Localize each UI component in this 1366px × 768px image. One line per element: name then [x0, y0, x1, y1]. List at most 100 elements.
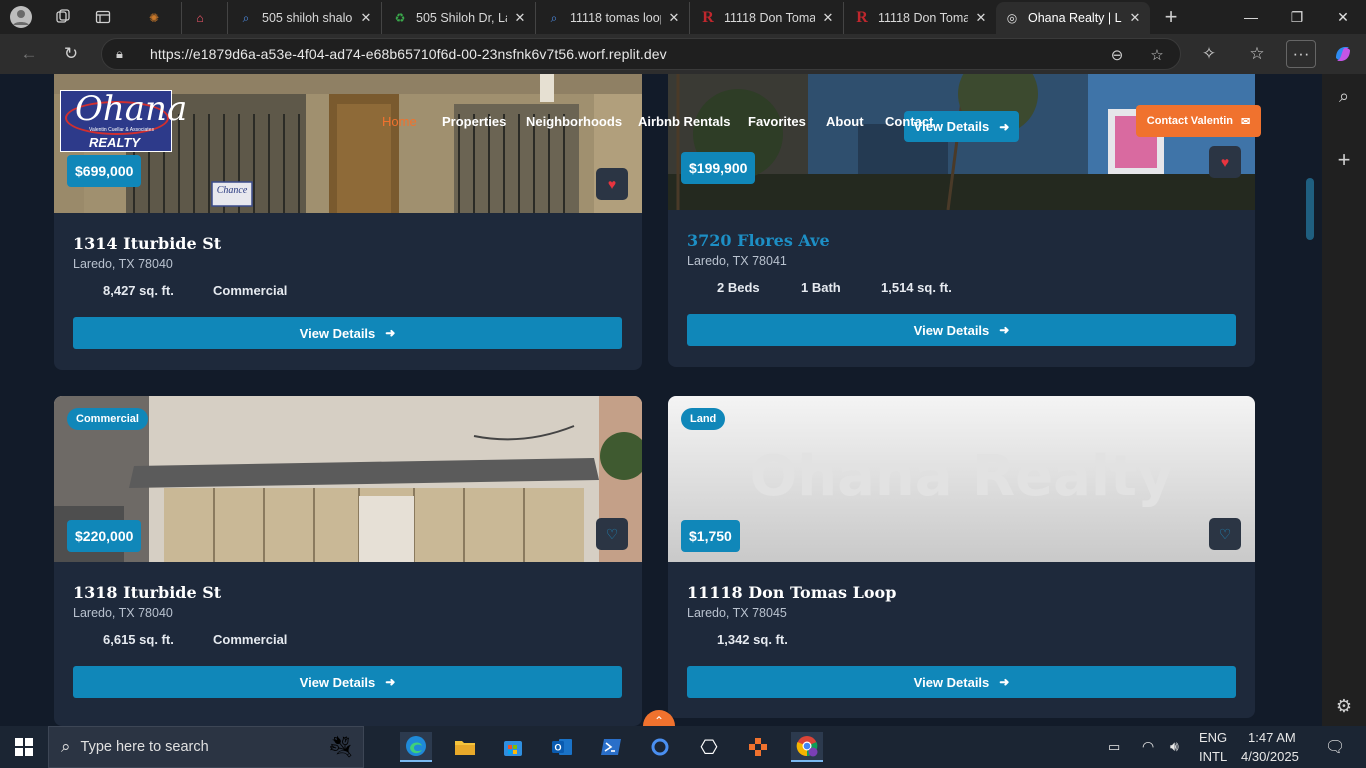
listing-photo[interactable]: $199,900 ♥	[668, 74, 1255, 210]
microsoft-store-icon[interactable]	[497, 732, 529, 762]
close-icon[interactable]: ✕	[359, 10, 373, 26]
listing-photo[interactable]: Ohana Realty Land $1,750 ♡	[668, 396, 1255, 562]
powershell-icon[interactable]	[595, 732, 627, 762]
cortana-ring-icon[interactable]	[644, 732, 676, 762]
chevron-up-icon: ⌃	[653, 714, 665, 726]
copilot-icon[interactable]	[1328, 40, 1358, 68]
logo-tagline: Valentin Cuellar & Associates	[89, 127, 154, 133]
scrollbar-thumb[interactable]	[1306, 178, 1314, 240]
close-icon[interactable]: ✕	[513, 10, 527, 26]
address-bar[interactable]: 🔒︎ https://e1879d6a-a53e-4f04-ad74-e68b6…	[101, 38, 1181, 70]
type-spec: Commercial	[213, 632, 288, 647]
profile-avatar-icon[interactable]	[8, 4, 34, 30]
recycle-icon: ♻	[394, 11, 406, 25]
chatgpt-icon[interactable]: ⎔	[693, 732, 725, 762]
arrow-right-icon: ➜	[999, 323, 1010, 337]
contact-valentin-button[interactable]: Contact Valentin ✉	[1136, 105, 1261, 137]
listing-title[interactable]: 1314 Iturbide St	[73, 234, 221, 253]
url-text[interactable]: https://e1879d6a-a53e-4f04-ad74-e68b6571…	[150, 46, 667, 62]
minimize-icon[interactable]: —	[1228, 0, 1274, 34]
tab-3[interactable]: ⌕ 11118 tomas loop ✕	[538, 2, 690, 34]
dev-app-icon[interactable]	[742, 732, 774, 762]
tab-5[interactable]: R 11118 Don Tomas ✕	[846, 2, 996, 34]
listing-address: Laredo, TX 78045	[687, 606, 787, 620]
favorites-list-icon[interactable]: ☆	[1242, 40, 1272, 68]
file-explorer-icon[interactable]	[449, 732, 481, 762]
arrow-right-icon: ➜	[999, 119, 1010, 134]
tab-2[interactable]: ♻ 505 Shiloh Dr, Laredo ✕	[384, 2, 536, 34]
close-icon[interactable]: ✕	[974, 10, 988, 26]
chrome-icon[interactable]	[791, 732, 823, 762]
tab-actions-icon[interactable]	[90, 4, 116, 30]
nav-home[interactable]: Home	[382, 114, 417, 129]
sidebar-add-icon[interactable]: +	[1332, 147, 1356, 172]
nav-contact[interactable]: Contact	[885, 114, 933, 129]
close-icon[interactable]: ✕	[667, 10, 681, 26]
edge-taskbar-icon[interactable]	[400, 732, 432, 762]
clock-time[interactable]: 1:47 AM	[1248, 730, 1296, 745]
button-label: View Details	[299, 674, 376, 690]
price-badge: $199,900	[681, 152, 756, 184]
placeholder-watermark: Ohana Realty	[749, 444, 1174, 509]
clock-date[interactable]: 4/30/2025	[1241, 749, 1299, 764]
workspaces-icon[interactable]	[50, 4, 76, 30]
pinned-tab-1[interactable]: ✺	[138, 2, 182, 34]
back-arrow-icon[interactable]: ←	[14, 40, 44, 68]
nav-properties[interactable]: Properties	[442, 114, 506, 129]
taskbar-search-box[interactable]: ⌕ Type here to search 💐︎	[48, 726, 364, 768]
pinned-tab-2[interactable]: ⌂	[184, 2, 228, 34]
tablet-icon[interactable]: ▭	[1108, 739, 1120, 755]
window-close-icon[interactable]: ✕	[1320, 0, 1366, 34]
settings-more-icon[interactable]: ···	[1286, 40, 1316, 68]
button-label: View Details	[913, 674, 990, 690]
listing-title[interactable]: 11118 Don Tomas Loop	[687, 583, 896, 602]
favorite-heart-outline-icon[interactable]: ♡	[596, 518, 628, 550]
favorite-heart-icon[interactable]: ♥	[596, 168, 628, 200]
windows-start-icon[interactable]	[8, 732, 40, 762]
nav-about[interactable]: About	[826, 114, 864, 129]
nav-neighborhoods[interactable]: Neighborhoods	[526, 114, 622, 129]
listing-title[interactable]: 1318 Iturbide St	[73, 583, 221, 602]
nav-favorites[interactable]: Favorites	[748, 114, 806, 129]
tab-4[interactable]: R 11118 Don Tomas ✕	[692, 2, 844, 34]
zoom-out-icon[interactable]: ⊖	[1106, 44, 1128, 66]
listing-title[interactable]: 3720 Flores Ave	[687, 231, 830, 250]
realtor-r-icon: R	[702, 9, 714, 26]
listing-card[interactable]: Commercial $220,000 ♡ 1318 Iturbide St L…	[54, 396, 642, 726]
arrow-right-icon: ➜	[999, 675, 1010, 689]
listing-card[interactable]: Ohana Realty Land $1,750 ♡ 11118 Don Tom…	[668, 396, 1255, 718]
notification-icon[interactable]: 🗨︎	[1325, 737, 1345, 757]
view-details-button[interactable]: View Details ➜	[73, 317, 622, 349]
realtor-r-icon: R	[856, 9, 868, 26]
volume-icon[interactable]: 🔊︎	[1170, 738, 1179, 755]
tab-6-active[interactable]: ◎ Ohana Realty | Laredo ✕	[996, 2, 1150, 34]
refresh-icon[interactable]: ↻	[56, 40, 86, 68]
listing-address: Laredo, TX 78040	[73, 606, 173, 620]
outlook-icon[interactable]: O	[546, 732, 578, 762]
sidebar-search-icon[interactable]: ⌕	[1332, 84, 1356, 108]
close-icon[interactable]: ✕	[821, 10, 835, 26]
view-details-button[interactable]: View Details ➜	[687, 666, 1236, 698]
sidebar-settings-gear-icon[interactable]: ⚙	[1332, 694, 1356, 718]
favorite-heart-icon[interactable]: ♥	[1209, 146, 1241, 178]
keyboard-layout[interactable]: INTL	[1199, 749, 1227, 764]
view-details-button[interactable]: View Details ➜	[687, 314, 1236, 346]
network-icon[interactable]: ◠	[1142, 738, 1154, 755]
ohana-realty-logo[interactable]: Ohana Valentin Cuellar & Associates REAL…	[60, 89, 187, 152]
price-badge: $699,000	[67, 155, 142, 187]
page-scrollbar[interactable]	[1304, 74, 1322, 726]
nav-airbnb-rentals[interactable]: Airbnb Rentals	[638, 114, 730, 129]
favorite-star-icon[interactable]: ☆	[1146, 44, 1168, 66]
new-tab-icon[interactable]: +	[1158, 4, 1184, 30]
favorite-heart-outline-icon[interactable]: ♡	[1209, 518, 1241, 550]
beds-spec: 2 Beds	[717, 280, 760, 295]
tab-1[interactable]: ⌕ 505 shiloh shalom ✕	[230, 2, 382, 34]
close-icon[interactable]: ✕	[1128, 10, 1142, 26]
tab-title: 505 Shiloh Dr, Laredo	[416, 11, 507, 25]
extensions-icon[interactable]: ✧	[1194, 40, 1224, 68]
listing-photo[interactable]: Commercial $220,000 ♡	[54, 396, 642, 562]
tab-title: 11118 Don Tomas	[724, 11, 815, 25]
language-indicator[interactable]: ENG	[1199, 730, 1227, 745]
restore-icon[interactable]: ❐	[1274, 0, 1320, 34]
view-details-button[interactable]: View Details ➜	[73, 666, 622, 698]
